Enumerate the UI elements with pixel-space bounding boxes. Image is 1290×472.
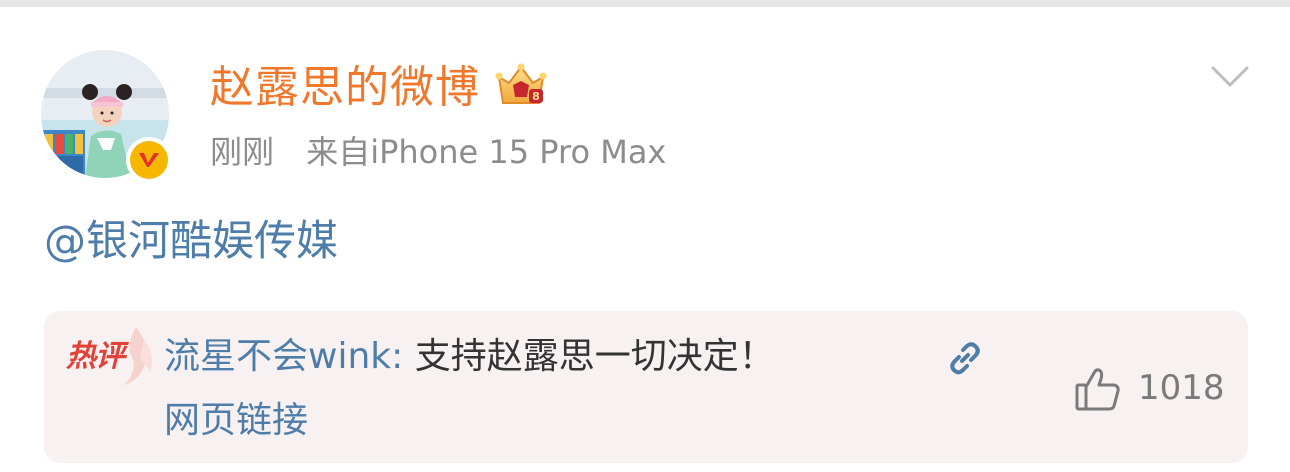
- post-source: 来自iPhone 15 Pro Max: [306, 133, 667, 171]
- web-link[interactable]: 网页链接: [164, 393, 308, 449]
- post-meta: 刚刚 来自iPhone 15 Pro Max: [210, 130, 666, 174]
- top-divider: [0, 0, 1290, 7]
- thumbs-up-icon[interactable]: [1074, 365, 1122, 413]
- post-time: 刚刚: [210, 133, 275, 171]
- comment-separator: :: [391, 336, 415, 377]
- username[interactable]: 赵露思的微博: [210, 60, 480, 116]
- crown-badge-icon[interactable]: 8: [493, 61, 549, 111]
- like-count: 1018: [1138, 368, 1225, 408]
- link-icon[interactable]: [946, 339, 984, 377]
- hot-badge-label: 热评: [66, 339, 125, 374]
- comment-text: 支持赵露思一切决定！: [414, 336, 775, 377]
- chevron-down-icon[interactable]: [1210, 64, 1250, 92]
- hot-comment-card[interactable]: 热评 流星不会wink: 支持赵露思一切决定！ 网页链接 1018: [44, 311, 1248, 463]
- comment-content: 流星不会wink: 支持赵露思一切决定！: [164, 329, 775, 385]
- mention-link[interactable]: @银河酷娱传媒: [44, 212, 338, 270]
- svg-text:8: 8: [532, 90, 540, 103]
- verified-badge-icon: [126, 137, 172, 183]
- comment-author[interactable]: 流星不会wink: [164, 336, 391, 377]
